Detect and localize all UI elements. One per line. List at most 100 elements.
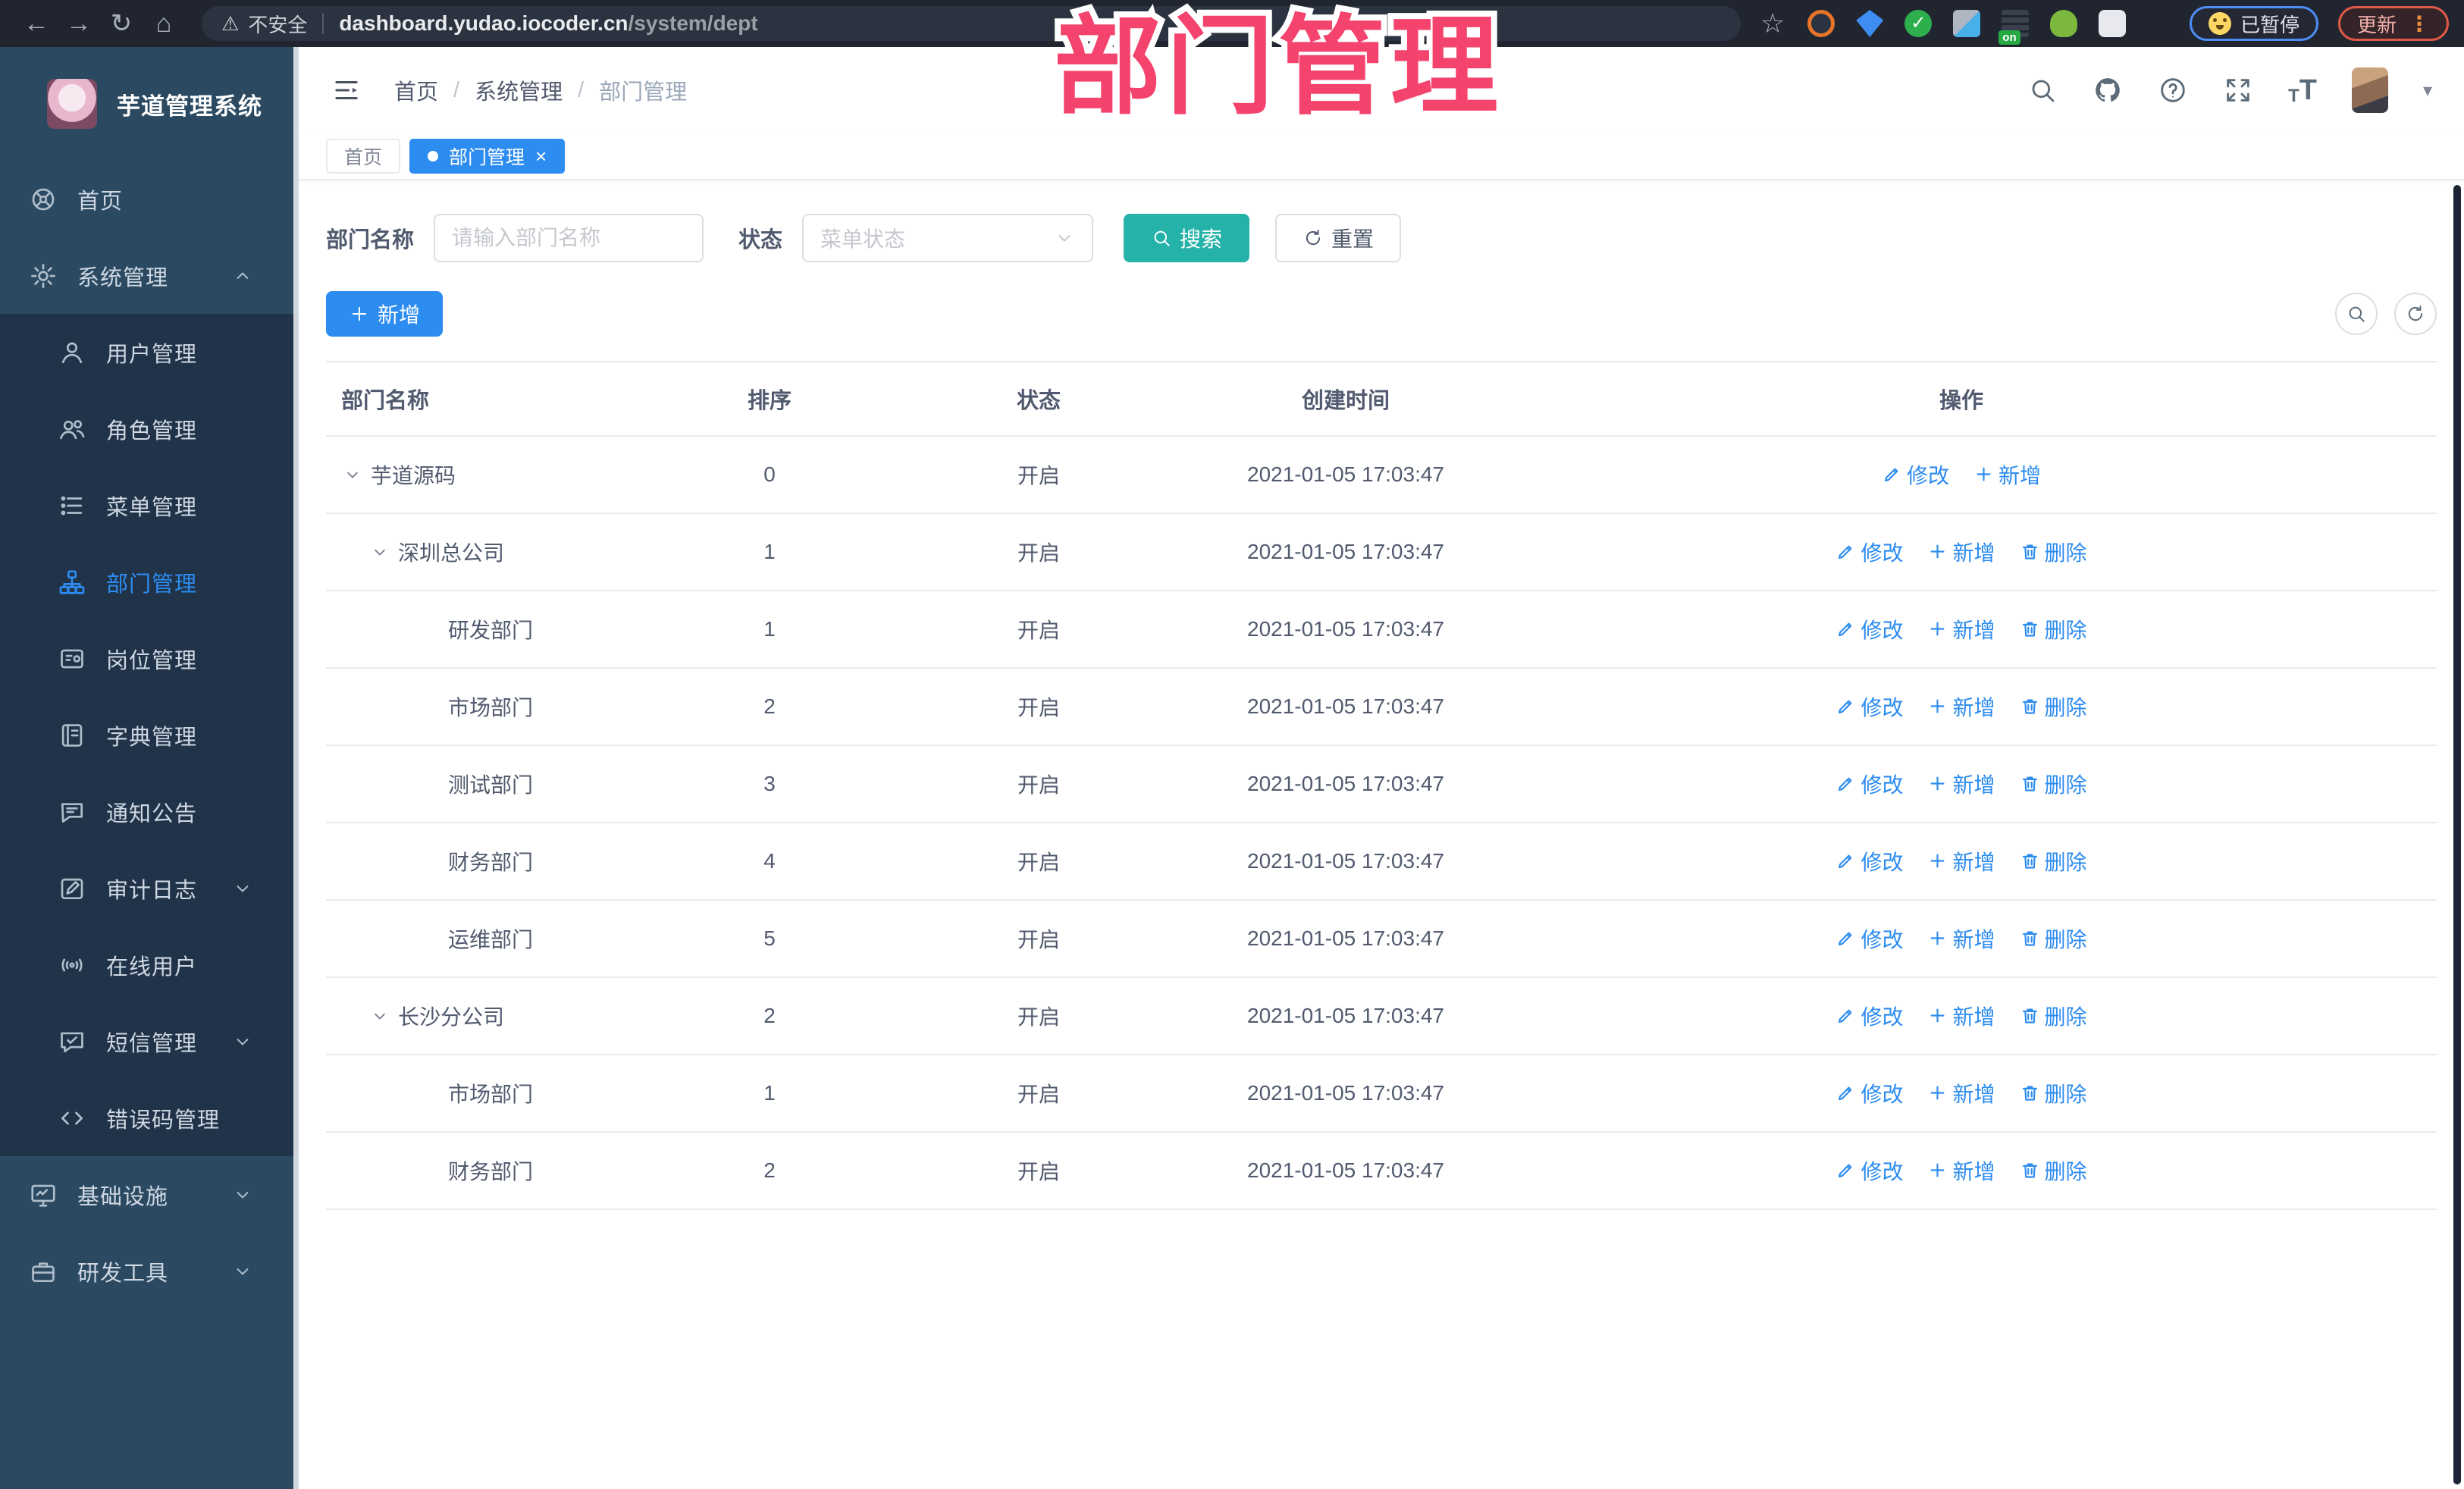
edit-action-link[interactable]: 修改 [1835, 846, 1903, 876]
search-icon[interactable] [2027, 75, 2058, 105]
edit-action-link[interactable]: 修改 [1835, 1001, 1903, 1031]
edit-icon [1839, 932, 1852, 946]
sidebar-item-role-mgmt[interactable]: 角色管理 [0, 390, 299, 467]
chrome-menu-dots-icon[interactable]: ⋮ [2409, 11, 2430, 36]
edit-action-link[interactable]: 修改 [1882, 459, 1949, 490]
sidebar-item-menu-mgmt[interactable]: 菜单管理 [0, 467, 299, 544]
add-action-link[interactable]: 新增 [1927, 614, 1995, 644]
sidebar-item-audit-log[interactable]: 审计日志 [0, 850, 299, 926]
add-action-link[interactable]: 新增 [1927, 846, 1995, 876]
browser-chrome: ← → ↻ ⌂ ⚠ 不安全 dashboard.yudao.iocoder.cn… [0, 0, 2464, 47]
reload-icon[interactable]: ↻ [100, 8, 143, 39]
tab-home[interactable]: 首页 [326, 139, 401, 174]
delete-action-link[interactable]: 删除 [2020, 769, 2087, 799]
delete-action-link[interactable]: 删除 [2020, 691, 2087, 722]
table-row: 市场部门 2 开启 2021-01-05 17:03:47 修改 新增 删除 [326, 668, 2437, 746]
toggle-search-button[interactable] [2335, 293, 2378, 335]
extension-icon-5[interactable]: on [1998, 10, 2030, 45]
sidebar-item-error-code-mgmt[interactable]: 错误码管理 [0, 1080, 299, 1156]
breadcrumb-home[interactable]: 首页 [394, 74, 438, 106]
sort-cell: 0 [667, 436, 872, 514]
font-size-icon[interactable]: TT [2288, 74, 2317, 107]
app-logo-row[interactable]: 芋道管理系统 [0, 47, 299, 161]
sidebar-item-online-users[interactable]: 在线用户 [0, 926, 299, 1003]
delete-action-link[interactable]: 删除 [2020, 614, 2087, 644]
sidebar-item-post-mgmt[interactable]: 岗位管理 [0, 620, 299, 697]
edit-action-link[interactable]: 修改 [1835, 691, 1903, 722]
delete-action-link[interactable]: 删除 [2020, 537, 2087, 567]
add-action-link[interactable]: 新增 [1927, 769, 1995, 799]
reset-button[interactable]: 重置 [1275, 214, 1402, 262]
edit-action-link[interactable]: 修改 [1835, 1155, 1903, 1186]
add-action-link[interactable]: 新增 [1927, 1001, 1995, 1031]
delete-action-link[interactable]: 删除 [2020, 846, 2087, 876]
back-icon[interactable]: ← [15, 9, 58, 39]
sidebar-item-user-mgmt[interactable]: 用户管理 [0, 314, 299, 390]
add-action-link[interactable]: 新增 [1927, 691, 1995, 722]
profile-paused-chip[interactable]: 已暂停 [2189, 6, 2318, 41]
row-expand-icon[interactable] [342, 464, 363, 485]
extension-icon-1[interactable] [1807, 10, 1835, 37]
avatar-caret-icon[interactable]: ▾ [2423, 80, 2432, 102]
search-button[interactable]: 搜索 [1124, 214, 1250, 262]
delete-action-link[interactable]: 删除 [2020, 1001, 2087, 1031]
avatar[interactable] [2351, 67, 2388, 113]
user-icon [61, 342, 83, 363]
edit-action-link[interactable]: 修改 [1835, 769, 1903, 799]
tab-close-icon[interactable]: × [535, 145, 547, 168]
edit-action-link[interactable]: 修改 [1835, 614, 1903, 644]
sidebar-item-system-admin[interactable]: 系统管理 [0, 237, 299, 314]
dept-name-input[interactable] [434, 214, 704, 262]
dept-name: 财务部门 [448, 851, 534, 874]
edit-action-link[interactable]: 修改 [1835, 923, 1903, 954]
github-icon[interactable] [2093, 75, 2123, 105]
add-action-link[interactable]: 新增 [1927, 537, 1995, 567]
chevron-down-icon [1058, 235, 1071, 242]
delete-action-link[interactable]: 删除 [2020, 923, 2087, 954]
fullscreen-icon[interactable] [2223, 75, 2253, 105]
actions-cell: 修改 新增 删除 [1486, 1055, 2437, 1133]
action-label: 修改 [1861, 618, 1904, 642]
row-expand-icon[interactable] [369, 1005, 390, 1027]
dept-name: 运维部门 [448, 928, 534, 951]
edit-action-link[interactable]: 修改 [1835, 537, 1903, 567]
delete-action-link[interactable]: 删除 [2020, 1155, 2087, 1186]
home-icon[interactable]: ⌂ [143, 9, 185, 39]
sidebar-item-dept-mgmt[interactable]: 部门管理 [0, 544, 299, 620]
extension-icon-6[interactable] [2050, 10, 2078, 37]
edit-action-link[interactable]: 修改 [1835, 1078, 1903, 1108]
refresh-table-button[interactable] [2394, 293, 2437, 335]
status-select[interactable]: 菜单状态 [802, 214, 1094, 262]
extension-icon-2[interactable] [1856, 10, 1884, 37]
page-scrollbar[interactable] [2453, 185, 2461, 1484]
extension-icon-4[interactable] [1953, 10, 1981, 37]
sidebar-item-notice[interactable]: 通知公告 [0, 773, 299, 850]
sidebar-item-home[interactable]: 首页 [0, 161, 299, 237]
menu-list-icon [61, 496, 83, 515]
chrome-update-button[interactable]: 更新 ⋮ [2337, 6, 2449, 41]
row-expand-icon[interactable] [369, 541, 390, 563]
status-cell: 开启 [872, 977, 1205, 1055]
breadcrumb-system[interactable]: 系统管理 [475, 74, 563, 106]
security-label[interactable]: 不安全 [248, 10, 307, 38]
help-icon[interactable] [2158, 75, 2188, 105]
add-action-link[interactable]: 新增 [1927, 1078, 1995, 1108]
created-cell: 2021-01-05 17:03:47 [1205, 513, 1486, 591]
hamburger-icon[interactable] [331, 74, 362, 106]
add-action-link[interactable]: 新增 [1927, 923, 1995, 954]
add-button[interactable]: 新增 [326, 291, 444, 337]
address-bar[interactable]: ⚠ 不安全 dashboard.yudao.iocoder.cn /system… [202, 6, 1741, 41]
extension-icon-3[interactable]: ✓ [1904, 10, 1933, 37]
bookmark-star-icon[interactable]: ☆ [1760, 8, 1785, 39]
sidebar-item-dev-tools[interactable]: 研发工具 [0, 1233, 299, 1309]
add-action-link[interactable]: 新增 [1973, 459, 2041, 490]
delete-action-link[interactable]: 删除 [2020, 1078, 2087, 1108]
add-action-link[interactable]: 新增 [1927, 1155, 1995, 1186]
sidebar-item-dict-mgmt[interactable]: 字典管理 [0, 697, 299, 773]
plus-icon [1931, 1163, 1945, 1177]
tab-dept-mgmt[interactable]: 部门管理 × [409, 139, 566, 174]
sidebar-item-infrastructure[interactable]: 基础设施 [0, 1156, 299, 1233]
forward-icon[interactable]: → [58, 9, 100, 39]
sidebar-item-sms-mgmt[interactable]: 短信管理 [0, 1003, 299, 1080]
extension-puzzle-icon[interactable] [2099, 10, 2127, 37]
